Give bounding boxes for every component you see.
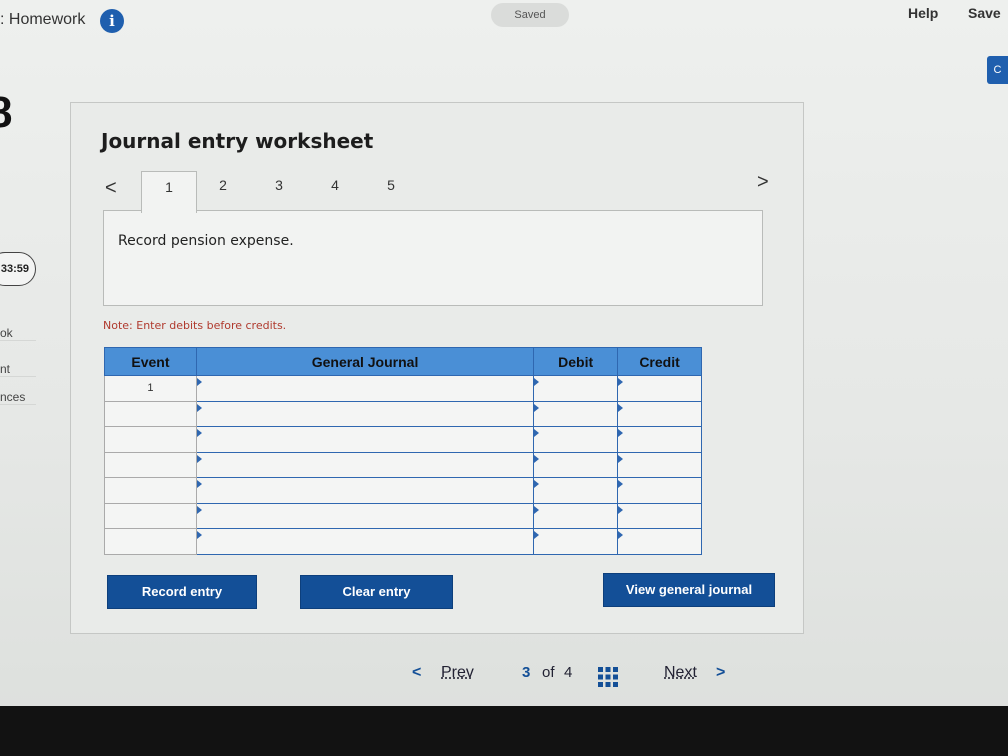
sidebar-item-references[interactable]: nces bbox=[0, 390, 36, 405]
credit-input[interactable] bbox=[617, 375, 702, 402]
pager-current-page: 3 bbox=[522, 664, 531, 681]
worksheet-next-arrow-icon[interactable]: > bbox=[757, 171, 769, 194]
account-input[interactable] bbox=[195, 528, 535, 555]
monitor-bezel bbox=[0, 706, 1008, 756]
pager-next-link[interactable]: Next bbox=[664, 664, 697, 682]
entry-note: Note: Enter debits before credits. bbox=[103, 319, 287, 332]
timer-badge: 33:59 bbox=[0, 252, 36, 286]
info-icon[interactable]: i bbox=[100, 9, 124, 33]
event-cell bbox=[104, 451, 197, 478]
tab-1[interactable]: 1 bbox=[141, 171, 197, 213]
debit-input[interactable] bbox=[533, 426, 619, 453]
grid-icon[interactable] bbox=[598, 667, 618, 687]
transaction-description-box: Record pension expense. bbox=[103, 210, 763, 306]
save-link[interactable]: Save bbox=[968, 5, 1001, 21]
event-cell bbox=[104, 426, 197, 453]
general-journal-table: Event General Journal Debit Credit 1 bbox=[104, 347, 702, 555]
transaction-description: Record pension expense. bbox=[118, 233, 294, 249]
pager-total-pages: 4 bbox=[564, 664, 573, 681]
credit-input[interactable] bbox=[617, 477, 702, 504]
event-cell: 1 bbox=[104, 375, 197, 402]
table-row bbox=[104, 426, 702, 453]
debit-input[interactable] bbox=[533, 502, 619, 529]
event-cell bbox=[104, 477, 197, 504]
table-row: 1 bbox=[104, 375, 702, 402]
account-input[interactable] bbox=[195, 477, 535, 504]
debit-input[interactable] bbox=[533, 451, 619, 478]
sidebar-item-print[interactable]: nt bbox=[0, 362, 36, 377]
event-cell bbox=[104, 502, 197, 529]
header-credit: Credit bbox=[617, 347, 702, 376]
pager-of-label: of bbox=[542, 664, 555, 681]
debit-input[interactable] bbox=[533, 477, 619, 504]
top-bar: : Homework i Saved Help Save bbox=[0, 0, 1008, 44]
view-general-journal-button[interactable]: View general journal bbox=[603, 573, 775, 607]
corner-button[interactable]: C bbox=[987, 56, 1008, 84]
saved-status-badge: Saved bbox=[491, 3, 569, 27]
header-general-journal: General Journal bbox=[195, 347, 535, 376]
debit-input[interactable] bbox=[533, 400, 619, 427]
assignment-title: : Homework bbox=[0, 11, 86, 28]
tab-4[interactable]: 4 bbox=[325, 177, 345, 193]
table-row bbox=[104, 502, 702, 529]
account-input[interactable] bbox=[195, 426, 535, 453]
credit-input[interactable] bbox=[617, 426, 702, 453]
journal-entry-worksheet: Journal entry worksheet < 1 2 3 4 5 > Re… bbox=[70, 102, 804, 634]
help-link[interactable]: Help bbox=[908, 5, 938, 21]
table-row bbox=[104, 477, 702, 504]
sidebar-item-ebook[interactable]: ok bbox=[0, 326, 36, 341]
credit-input[interactable] bbox=[617, 451, 702, 478]
table-row bbox=[104, 528, 702, 555]
account-input[interactable] bbox=[195, 451, 535, 478]
question-number: 8 bbox=[0, 88, 13, 137]
event-cell bbox=[104, 528, 197, 555]
header-event: Event bbox=[104, 347, 197, 376]
tab-5[interactable]: 5 bbox=[381, 177, 401, 193]
credit-input[interactable] bbox=[617, 528, 702, 555]
debit-input[interactable] bbox=[533, 528, 619, 555]
table-header-row: Event General Journal Debit Credit bbox=[104, 347, 702, 376]
header-debit: Debit bbox=[533, 347, 619, 376]
account-input[interactable] bbox=[195, 400, 535, 427]
table-row bbox=[104, 400, 702, 427]
account-input[interactable] bbox=[195, 502, 535, 529]
tab-2[interactable]: 2 bbox=[213, 177, 233, 193]
credit-input[interactable] bbox=[617, 400, 702, 427]
worksheet-title: Journal entry worksheet bbox=[101, 129, 374, 153]
worksheet-prev-arrow-icon[interactable]: < bbox=[105, 177, 117, 200]
tab-3[interactable]: 3 bbox=[269, 177, 289, 193]
debit-input[interactable] bbox=[533, 375, 619, 402]
pager-prev-arrow-icon[interactable]: < bbox=[412, 664, 421, 682]
clear-entry-button[interactable]: Clear entry bbox=[300, 575, 453, 609]
pager-prev-link[interactable]: Prev bbox=[441, 664, 474, 682]
credit-input[interactable] bbox=[617, 502, 702, 529]
account-input[interactable] bbox=[195, 375, 535, 402]
event-cell bbox=[104, 400, 197, 427]
table-row bbox=[104, 451, 702, 478]
record-entry-button[interactable]: Record entry bbox=[107, 575, 257, 609]
pager-next-arrow-icon[interactable]: > bbox=[716, 664, 725, 682]
